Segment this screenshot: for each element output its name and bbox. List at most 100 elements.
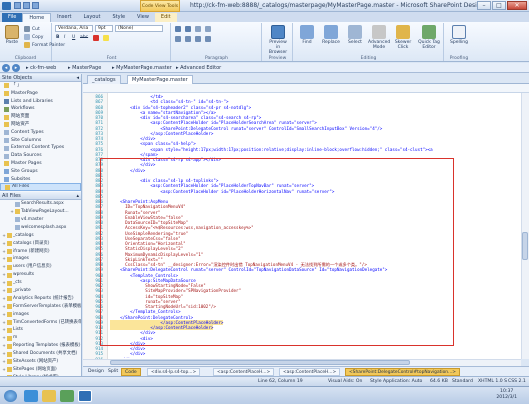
folder-icon[interactable] [42,390,56,402]
site-object-item[interactable]: Subsites [0,176,81,184]
expand-toggle-icon[interactable]: + [2,248,6,256]
expand-toggle-icon[interactable]: + [2,287,6,295]
expand-toggle-icon[interactable]: + [2,303,6,311]
pin-icon[interactable]: ◂ [76,74,79,81]
expand-toggle-icon[interactable]: + [2,232,6,240]
media-icon[interactable] [60,390,74,402]
preview-in-browser-button[interactable]: Preview in Browser [267,25,289,55]
spelling-button[interactable]: Spelling [448,25,470,45]
skewer-click-button[interactable]: Skewer Click [392,25,414,50]
css-status[interactable]: CSS 2.1 [508,379,526,384]
expand-toggle-icon[interactable]: + [2,366,6,374]
expand-toggle-icon[interactable]: + [2,326,6,334]
bold-button[interactable]: B [56,35,59,40]
start-button-icon[interactable] [4,390,17,402]
replace-button[interactable]: Replace [320,25,342,45]
save-icon[interactable] [14,2,21,9]
expand-toggle-icon[interactable]: + [10,208,14,216]
numbering-button[interactable] [185,26,191,32]
align-right-button[interactable] [195,36,201,42]
ie-icon[interactable] [24,390,38,402]
expand-toggle-icon[interactable]: + [2,295,6,303]
file-tree-item[interactable]: v4.master [0,216,81,224]
indent-button[interactable] [205,26,211,32]
doc-tab-catalogs[interactable]: _catalogs [87,75,121,84]
expand-toggle-icon[interactable]: + [2,271,6,279]
code-line[interactable]: <span style="height:17px;width:17px;posi… [110,147,432,152]
file-tree-item[interactable]: + SitePages (网站页面) [0,366,81,374]
tab-home[interactable]: Home [22,13,52,22]
collapse-icon[interactable]: ▴ [76,192,79,199]
quick-tag-editor-button[interactable]: Quick Tag Editor [416,25,442,50]
copy-button[interactable]: Copy [24,34,43,40]
strikethrough-button[interactable]: abc [80,35,88,40]
font-size-select[interactable]: 9pt [95,25,113,32]
minimize-button[interactable]: – [477,1,491,10]
breadcrumb-advanced-editor[interactable]: ▸ Advanced Editor [176,65,221,71]
doctype-status[interactable]: XHTML 1.0 S [478,379,507,384]
file-tree-item[interactable]: + m [0,334,81,342]
expand-toggle-icon[interactable]: + [2,279,6,287]
file-tree-item[interactable]: + TabViewPageLayout... [0,208,81,216]
outdent-button[interactable] [195,26,201,32]
tab-view[interactable]: View [131,13,155,22]
file-tree-item[interactable]: + images [0,255,81,263]
split-view-tab[interactable]: Split [105,368,121,376]
site-object-item[interactable]: 「 」 [0,82,81,90]
tag-crumb-contentplaceholder-1[interactable]: <asp:ContentPlaceH...> [213,368,275,376]
expand-toggle-icon[interactable]: + [2,342,6,350]
file-tree-item[interactable]: + _cts [0,279,81,287]
forward-button[interactable]: ▸ [12,64,20,72]
site-object-item[interactable]: MasterPage [0,90,81,98]
site-object-item[interactable]: Workflows [0,105,81,113]
horizontal-scroll-thumb[interactable] [110,360,410,365]
file-tree-item[interactable]: SearchResults.aspx [0,200,81,208]
site-object-item[interactable]: Data Sources [0,152,81,160]
visual-aids-status[interactable]: Visual Aids: On [328,379,362,384]
expand-toggle-icon[interactable]: + [2,358,6,366]
file-tree-item[interactable]: + images [0,311,81,319]
vertical-scrollbar[interactable] [521,93,529,359]
file-tree-item[interactable]: + _catalogs [0,232,81,240]
breadcrumb-site[interactable]: ▸ ck-fm-web [26,65,56,71]
close-button[interactable]: ✕ [507,1,527,10]
site-object-item[interactable]: Site Columns [0,137,81,145]
site-object-item[interactable]: All Files [0,183,81,192]
file-tree-item[interactable]: + iframe (新建网页) [0,248,81,256]
bullets-button[interactable] [175,26,181,32]
site-object-item[interactable]: Master Pages [0,160,81,168]
file-tree-item[interactable]: + SiteAssets (网站资产) [0,358,81,366]
maximize-button[interactable]: □ [492,1,506,10]
vertical-scroll-thumb[interactable] [522,232,528,260]
expand-toggle-icon[interactable]: + [2,311,6,319]
app-icon[interactable] [2,2,11,10]
site-object-item[interactable]: Lists and Libraries [0,98,81,106]
site-object-item[interactable]: 网站页面 [0,113,81,121]
italic-button[interactable]: I [64,35,65,40]
tag-crumb-div[interactable]: <div.s4-lp.s4-top...> [147,368,201,376]
file-tree-item[interactable]: + Lists [0,326,81,334]
file-tree-item[interactable]: + catalogs (目录页) [0,240,81,248]
align-left-button[interactable] [175,36,181,42]
expand-toggle-icon[interactable]: + [2,255,6,263]
find-button[interactable]: Find [296,25,318,45]
site-object-item[interactable]: Site Groups [0,168,81,176]
tag-crumb-contentplaceholder-2[interactable]: <asp:ContentPlaceH...> [279,368,341,376]
sharepoint-designer-icon[interactable] [78,390,92,402]
undo-icon[interactable] [23,2,30,9]
file-tree-item[interactable]: + Analytics Reports (统计报告) [0,295,81,303]
file-tree-item[interactable]: + FormServerTemplates (表单模板) [0,303,81,311]
file-tree-item[interactable]: + wpresults [0,271,81,279]
cut-button[interactable]: Cut [24,26,40,32]
expand-toggle-icon[interactable]: + [2,240,6,248]
style-application-status[interactable]: Style Application: Auto [370,379,422,384]
back-button[interactable]: ◂ [2,64,10,72]
style-select[interactable]: (None) [115,25,163,32]
underline-button[interactable]: U [72,35,75,40]
design-view-tab[interactable]: Design [85,368,107,376]
file-tree-item[interactable]: welcomesplash.aspx [0,224,81,232]
breadcrumb-file[interactable]: ▸ MyMasterPage.master [112,65,172,71]
tag-crumb-delegatecontrol[interactable]: <SharePoint:DelegateControl#topNavigatio… [345,368,460,376]
tab-layout[interactable]: Layout [77,13,106,22]
font-family-select[interactable]: Verdana, Aria [55,25,93,32]
